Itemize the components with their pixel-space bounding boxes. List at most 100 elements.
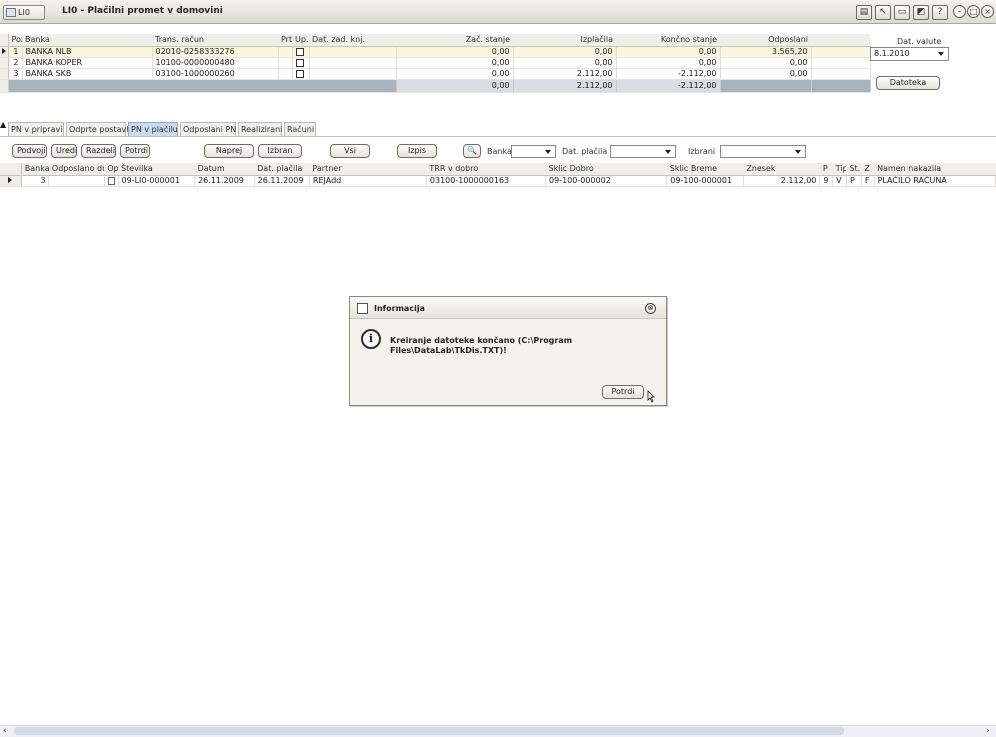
col-znesek[interactable]: Znesek xyxy=(743,163,820,176)
scroll-right-icon[interactable]: › xyxy=(986,726,990,736)
cell-op[interactable] xyxy=(104,175,119,187)
print-icon[interactable]: ▭ xyxy=(894,5,910,20)
col-poz[interactable]: Poz xyxy=(8,34,22,47)
col-banka[interactable]: Banka xyxy=(21,163,49,176)
total-izpl: 2.112,00 xyxy=(513,79,617,93)
dialog-title: Informacija xyxy=(374,304,425,313)
dialog-message: Kreiranje datoteke končano (C:\Program F… xyxy=(390,336,573,355)
col-st[interactable]: St. xyxy=(846,163,862,176)
cell-tip: V xyxy=(832,175,847,187)
cell-banka: BANKA SKB xyxy=(22,68,153,80)
col-op[interactable]: Op xyxy=(104,163,119,176)
maximize-icon[interactable]: □ xyxy=(967,5,980,18)
col-up[interactable]: Up. xyxy=(292,34,309,47)
cell-up[interactable] xyxy=(292,46,310,58)
minimize-icon[interactable]: – xyxy=(953,5,966,18)
table-row[interactable]: 2 BANKA KOPER 10100-0000000480 0,00 0,00… xyxy=(0,57,871,69)
checkbox[interactable] xyxy=(295,47,304,56)
tab-racuni[interactable]: Računi xyxy=(284,122,316,136)
tab-pn-v-pripravi[interactable]: PN v pripravi xyxy=(8,122,64,136)
help-icon[interactable]: ? xyxy=(932,5,948,20)
grid-header: Banka Odposlano dr Op Številka Datum Dat… xyxy=(0,163,996,176)
cell-p: 9 xyxy=(819,175,834,187)
tab-pn-v-placilu[interactable]: PN v plačilu xyxy=(128,122,178,136)
cell-spacer xyxy=(811,57,871,69)
cell-namen: PLAČILO RAČUNA xyxy=(874,175,996,187)
checkbox[interactable] xyxy=(295,58,304,67)
col-p[interactable]: P xyxy=(819,163,833,176)
podvoji-button[interactable]: Podvoji xyxy=(12,144,47,158)
datoteka-button[interactable]: Datoteka xyxy=(876,76,940,90)
app-badge[interactable]: LI0 xyxy=(3,5,45,20)
table-row[interactable]: 3 BANKA SKB 03100-1000000260 0,00 2.112,… xyxy=(0,68,871,80)
dat-placila-select[interactable] xyxy=(610,145,676,158)
col-zac-stanje[interactable]: Zač. stanje xyxy=(396,34,513,47)
search-icon[interactable]: 🔍 xyxy=(463,144,481,158)
dialog-close-icon[interactable]: ⊗ xyxy=(645,303,656,314)
naprej-button[interactable]: Naprej xyxy=(204,144,254,158)
cell-zac: 0,00 xyxy=(396,68,514,80)
col-stevilka[interactable]: Številka xyxy=(118,163,195,176)
izbran-button[interactable]: Izbran xyxy=(258,144,302,158)
current-row-arrow-icon xyxy=(8,177,13,183)
row-indicator xyxy=(0,175,22,187)
pointer-icon[interactable]: ↖ xyxy=(875,5,891,20)
cell-sklic-breme: 09-100-000001 xyxy=(666,175,744,187)
col-partner[interactable]: Partner xyxy=(309,163,427,176)
table-row[interactable]: 3 09-LI0-000001 26.11.2009 26.11.2009 RE… xyxy=(0,175,996,187)
col-z[interactable]: Z xyxy=(861,163,875,176)
cell-up[interactable] xyxy=(292,68,310,80)
cell-izpl: 0,00 xyxy=(513,46,617,58)
col-banka[interactable]: Banka xyxy=(22,34,152,47)
bank-accounts-grid: Poz Banka Trans. račun Prt. Up. Dat. zad… xyxy=(0,34,871,93)
tab-odprte-postavke[interactable]: Odprte postavk xyxy=(66,122,131,136)
scroll-left-icon[interactable]: ‹ xyxy=(3,726,7,736)
cell-znesek: 2.112,00 xyxy=(743,175,821,187)
col-prt[interactable]: Prt. xyxy=(278,34,292,47)
cell-poz: 2 xyxy=(8,57,23,69)
checkbox[interactable] xyxy=(295,69,304,78)
vsi-button[interactable]: Vsi xyxy=(330,144,370,158)
col-izplacila[interactable]: Izplačila xyxy=(513,34,616,47)
potrdi-button[interactable]: Potrdi xyxy=(120,144,150,158)
tab-odposlani-pn[interactable]: Odposlani PN xyxy=(180,122,236,136)
banka-select[interactable] xyxy=(511,145,556,158)
document-icon[interactable]: ▤ xyxy=(856,5,872,20)
col-sklic-breme[interactable]: Sklic Breme xyxy=(666,163,744,176)
col-dat-zad-knj[interactable]: Dat. zad. knj. xyxy=(309,34,396,47)
cell-konc: 0,00 xyxy=(616,57,721,69)
col-namen[interactable]: Namen nakazila xyxy=(874,163,996,176)
col-koncno-stanje[interactable]: Končno stanje xyxy=(616,34,720,47)
export-icon[interactable]: ◩ xyxy=(913,5,929,20)
dialog-confirm-button[interactable]: Potrdi xyxy=(602,385,644,399)
col-sklic-dobro[interactable]: Sklic Dobro xyxy=(545,163,667,176)
col-trans-racun[interactable]: Trans. račun xyxy=(152,34,278,47)
cell-dat-placila: 26.11.2009 xyxy=(254,175,310,187)
close-icon[interactable]: × xyxy=(981,5,994,18)
col-odposlano[interactable]: Odposlano dr xyxy=(48,163,105,176)
cell-partner: REJAdd xyxy=(309,175,427,187)
izbrani-select[interactable] xyxy=(720,145,806,158)
cell-up[interactable] xyxy=(292,57,310,69)
table-row[interactable]: 1 BANKA NLB 02010-0258333276 0,00 0,00 0… xyxy=(0,46,871,58)
cell-st: P xyxy=(846,175,862,187)
izpis-button[interactable]: Izpis xyxy=(397,144,437,158)
tab-realizirani[interactable]: Realizirani xyxy=(238,122,282,136)
chevron-down-icon xyxy=(665,150,671,154)
chevron-down-icon xyxy=(938,52,944,56)
cell-datum: 26.11.2009 xyxy=(194,175,255,187)
col-tip[interactable]: Tip xyxy=(832,163,847,176)
scrollbar-thumb[interactable] xyxy=(14,727,844,735)
dat-valute-select[interactable]: 8.1.2010 xyxy=(870,47,949,61)
col-datum[interactable]: Datum xyxy=(194,163,255,176)
razdeli-button[interactable]: Razdeli xyxy=(81,144,116,158)
uredi-button[interactable]: Uredi xyxy=(51,144,77,158)
col-trr-v-dobro[interactable]: TRR v dobro xyxy=(426,163,546,176)
cell-prt xyxy=(278,68,293,80)
dat-valute-label: Dat. valute xyxy=(897,37,942,46)
col-odposlani[interactable]: Odposlani xyxy=(720,34,811,47)
header-indicator xyxy=(0,34,9,47)
document-icon[interactable] xyxy=(107,176,115,185)
col-dat-placila[interactable]: Dat. plačila xyxy=(254,163,310,176)
pin-icon[interactable]: ▲ xyxy=(0,120,6,129)
